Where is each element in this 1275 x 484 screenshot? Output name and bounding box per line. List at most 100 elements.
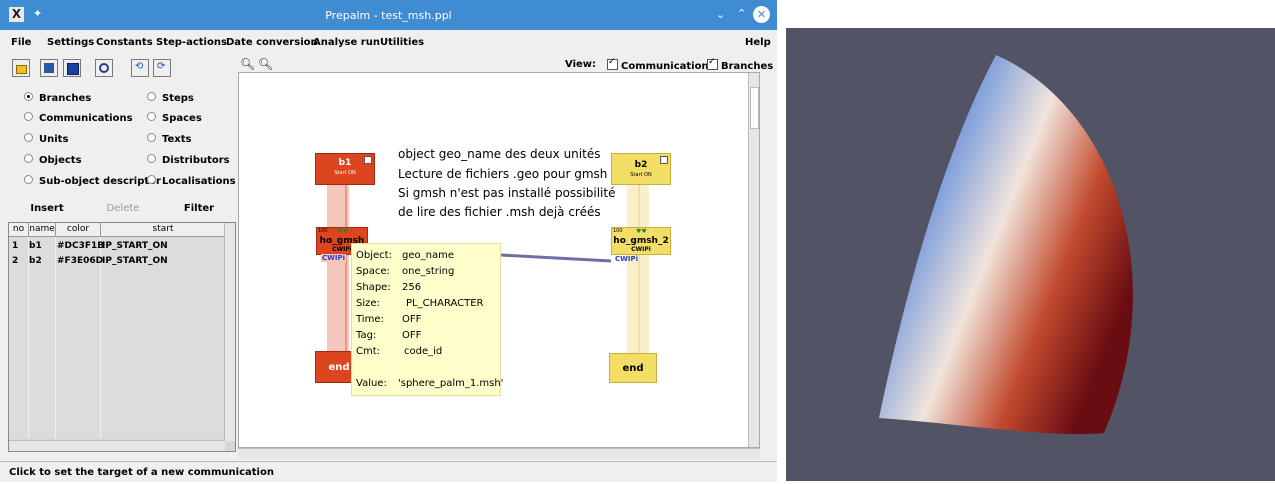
radio-icon: [24, 133, 33, 142]
unit-ho-gmsh-2-sub: CWIPi: [631, 246, 651, 253]
tooltip-tag-value: OFF: [402, 330, 422, 341]
canvas-horizontal-scrollbar[interactable]: [238, 448, 760, 459]
tooltip-object-value: geo_name: [402, 250, 454, 261]
tooltip-shape-value: 256: [402, 282, 422, 293]
tooltip-object-label: Object:: [356, 250, 392, 261]
annotation-line-1: object geo_name des deux unités: [398, 147, 601, 161]
status-text: Click to set the target of a new communi…: [9, 467, 274, 478]
radio-icon: [24, 154, 33, 163]
unit-ho-gmsh-2-title: ho_gmsh_2: [613, 236, 669, 246]
radio-icon: [147, 154, 156, 163]
mesh-surface: [879, 55, 1133, 435]
window-title: Prepalm - test_msh.ppl: [325, 9, 452, 22]
delete-button[interactable]: Delete: [86, 198, 160, 220]
settings-button[interactable]: [95, 59, 113, 77]
tooltip-time-label: Time:: [356, 314, 384, 325]
radio-label: Communications: [39, 113, 133, 124]
radio-label: Sub-object descriptor: [39, 176, 161, 187]
radio-selected-icon: [24, 92, 33, 101]
radio-label: Spaces: [162, 113, 202, 124]
communications-checkbox[interactable]: Communications: [607, 57, 715, 72]
unit-status-icon: ♥♥: [337, 228, 348, 235]
undo-icon: ⟲: [135, 61, 144, 72]
branch-b2-start[interactable]: b2 Start ON: [611, 153, 671, 185]
new-unit-button[interactable]: [40, 59, 58, 77]
radio-communications[interactable]: Communications: [24, 112, 133, 124]
radio-units[interactable]: Units: [24, 133, 68, 145]
branch-b1-sub: Start ON: [334, 170, 356, 176]
branches-table[interactable]: no name color start 1 b1 #DC3F1B IP_STAR…: [8, 222, 236, 452]
node-checkbox-icon[interactable]: [660, 156, 668, 164]
unit-icon: [44, 63, 54, 73]
branches-checkbox[interactable]: Branches: [707, 57, 774, 72]
zoom-out-icon[interactable]: 🔍︎: [258, 57, 273, 71]
branches-checkbox-label: Branches: [721, 61, 774, 72]
tooltip-value-label: Value:: [356, 378, 387, 389]
table-row-1-no[interactable]: 1: [12, 241, 18, 251]
close-icon[interactable]: ✕: [753, 6, 770, 23]
table-header-no[interactable]: no: [9, 223, 29, 237]
table-row-2-name[interactable]: b2: [29, 256, 42, 266]
table-row-1-color[interactable]: #DC3F1B: [57, 241, 104, 251]
tooltip-shape-label: Shape:: [356, 282, 391, 293]
menu-utilities[interactable]: Utilities: [380, 37, 424, 48]
hemisphere-render: [879, 55, 1133, 435]
minimize-icon[interactable]: ⌄: [716, 8, 725, 21]
table-row-2-no[interactable]: 2: [12, 256, 18, 266]
open-folder-button[interactable]: [12, 59, 30, 77]
object-tooltip: Object: geo_name Space: one_string Shape…: [351, 243, 503, 396]
canvas-vertical-scrollbar[interactable]: [748, 73, 759, 447]
node-checkbox-icon[interactable]: [364, 156, 372, 164]
menu-settings[interactable]: Settings: [47, 37, 94, 48]
table-row-2-start[interactable]: IP_START_ON: [102, 256, 168, 266]
radio-label: Steps: [162, 93, 194, 104]
radio-icon: [147, 175, 156, 184]
radio-objects[interactable]: Objects: [24, 154, 82, 166]
menu-file[interactable]: File: [11, 37, 31, 48]
radio-spaces[interactable]: Spaces: [147, 112, 202, 124]
radio-distributors[interactable]: Distributors: [147, 154, 230, 166]
menu-help[interactable]: Help: [745, 37, 771, 48]
tooltip-cmt-label: Cmt:: [356, 346, 381, 357]
view-label: View:: [565, 59, 597, 70]
menu-analyse-run[interactable]: Analyse run: [313, 37, 380, 48]
radio-steps[interactable]: Steps: [147, 92, 194, 104]
render-viewport[interactable]: [786, 28, 1275, 481]
annotation-line-3: Si gmsh n'est pas installé possibilité: [398, 186, 616, 200]
radio-branches[interactable]: Branches: [24, 92, 91, 104]
branch-b1-start[interactable]: b1 Start ON: [315, 153, 375, 185]
table-row-1-name[interactable]: b1: [29, 241, 42, 251]
table-row-1-start[interactable]: IP_START_ON: [102, 241, 168, 251]
branch-b2-end[interactable]: end: [609, 353, 657, 383]
table-header-name[interactable]: name: [29, 223, 56, 237]
prepalm-window: X ✦ Prepalm - test_msh.ppl ⌄ ⌃ ✕ File Se…: [0, 0, 777, 482]
menu-constants[interactable]: Constants: [96, 37, 153, 48]
radio-subobject-descriptor[interactable]: Sub-object descriptor: [24, 175, 161, 187]
branch-b2-end-label: end: [622, 363, 644, 374]
menu-step-actions[interactable]: Step-actions: [156, 37, 227, 48]
redo-icon: ⟳: [157, 61, 166, 72]
table-row-2-color[interactable]: #F3E06D: [57, 256, 103, 266]
table-column-name: [29, 237, 56, 439]
menu-date-conversion[interactable]: Date conversion: [226, 37, 318, 48]
radio-texts[interactable]: Texts: [147, 133, 191, 145]
radio-icon: [147, 133, 156, 142]
undo-button[interactable]: ⟲: [131, 59, 149, 77]
redo-button[interactable]: ⟳: [153, 59, 171, 77]
save-button[interactable]: [63, 59, 81, 77]
radio-localisations[interactable]: Localisations: [147, 175, 236, 187]
insert-button[interactable]: Insert: [10, 198, 84, 220]
scroll-thumb[interactable]: [750, 87, 759, 129]
table-header-color[interactable]: color: [56, 223, 101, 237]
radio-label: Branches: [39, 93, 92, 104]
maximize-icon[interactable]: ⌃: [737, 7, 746, 20]
unit-ho-gmsh-2[interactable]: 100 ♥♥ ho_gmsh_2 CWIPi: [611, 227, 671, 255]
filter-button[interactable]: Filter: [162, 198, 236, 220]
table-horizontal-scrollbar[interactable]: [9, 440, 225, 451]
folder-icon: [16, 65, 27, 74]
zoom-in-icon[interactable]: 🔍︎: [240, 57, 255, 71]
annotation-line-4: de lire des fichier .msh dejà créés: [398, 205, 601, 219]
tooltip-tag-label: Tag:: [356, 330, 377, 341]
table-header-start[interactable]: start: [101, 223, 226, 237]
table-vertical-scrollbar[interactable]: [224, 223, 235, 441]
